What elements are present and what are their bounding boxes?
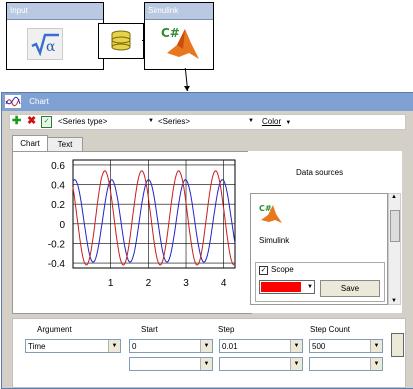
argument-header: Argument [37, 325, 72, 334]
x-tick-label: 2 [146, 278, 152, 289]
save-button-label: Save [340, 284, 360, 293]
window-title: Chart [29, 97, 49, 106]
save-button[interactable]: Save [320, 280, 380, 297]
source-item-simulink[interactable]: C# Simulink [259, 202, 319, 252]
chevron-down-icon: ▼ [248, 118, 254, 124]
argument-select[interactable]: Time ▼ [25, 339, 121, 353]
step-count-header: Step Count [310, 325, 351, 334]
sqrt-alpha-icon: α [27, 28, 63, 60]
chevron-down-icon: ▼ [285, 120, 292, 126]
chart-icon [5, 95, 21, 109]
y-tick-label: 0.2 [51, 200, 65, 211]
database-icon [111, 30, 131, 51]
chevron-down-icon: ▼ [370, 358, 382, 370]
series-type-value: <Series type> [58, 117, 108, 126]
y-tick-label: -0.4 [48, 259, 66, 270]
properties-icon[interactable]: ✓ [41, 116, 52, 128]
tab-text[interactable]: Text [47, 137, 83, 151]
toolbar: ✚ ✖ ✓ <Series type> ▼ <Series> ▼ Color ▼ [9, 114, 406, 130]
argument-panel: Argument Start Step Step Count Time ▼ 0 … [12, 318, 406, 388]
scope-group: ✓ Scope ▼ Save [255, 262, 385, 302]
input-block-title: Input [7, 3, 103, 20]
data-sources-scrollbar[interactable]: ▲ ▼ [388, 193, 401, 305]
color-menu[interactable]: Color ▼ [262, 116, 302, 127]
source-label: Simulink [259, 236, 290, 245]
data-sources-list: C# Simulink ✓ Scope ▼ Save [250, 193, 388, 305]
y-tick-label: 0 [59, 220, 65, 231]
scope-color-swatch [261, 282, 301, 292]
chevron-down-icon: ▼ [370, 340, 382, 352]
step-header: Step [218, 325, 235, 334]
database-block[interactable] [98, 23, 144, 59]
simulink-block[interactable]: Simulink C# [144, 2, 214, 70]
argument-value: Time [28, 342, 46, 351]
input-block[interactable]: Input α [6, 2, 104, 70]
step-count-secondary-select[interactable]: ▼ [309, 357, 383, 371]
chevron-down-icon: ▼ [148, 118, 154, 124]
y-tick-label: 0.6 [51, 161, 65, 172]
tab-chart[interactable]: Chart [12, 135, 48, 151]
svg-text:α: α [46, 39, 56, 55]
chevron-down-icon: ▼ [200, 358, 212, 370]
data-sources-heading: Data sources [296, 168, 344, 177]
y-tick-label: -0.2 [48, 239, 66, 250]
series-select[interactable]: <Series> ▼ [158, 116, 256, 127]
scope-label: Scope [271, 265, 294, 274]
tab-text-label: Text [57, 140, 73, 149]
step-value: 0.01 [222, 342, 238, 351]
line-chart: 0.6 0.4 0.2 0 -0.2 -0.4 1 2 3 4 [48, 159, 236, 289]
chart-window: Chart ✚ ✖ ✓ <Series type> ▼ <Series> ▼ C… [1, 92, 413, 389]
series-value: <Series> [158, 117, 191, 126]
chart-panel: 0.6 0.4 0.2 0 -0.2 -0.4 1 2 3 4 [12, 151, 252, 314]
data-sources-pane: Data sources C# Simulink ✓ Scope ▼ Save [248, 151, 402, 313]
start-secondary-select[interactable]: ▼ [129, 357, 213, 371]
arrow-head-down [184, 86, 190, 91]
scroll-down-icon[interactable]: ▼ [391, 298, 397, 304]
scroll-thumb[interactable] [390, 210, 400, 242]
window-title-bar: Chart [2, 93, 413, 111]
chevron-down-icon: ▼ [290, 340, 302, 352]
csharp-matlab-icon: C# [259, 204, 282, 223]
svg-text:C#: C# [161, 26, 180, 40]
tab-chart-label: Chart [20, 139, 40, 148]
svg-text:C#: C# [259, 204, 272, 213]
step-count-value: 500 [312, 342, 326, 351]
start-value: 0 [132, 342, 137, 351]
chevron-down-icon: ▼ [307, 284, 313, 290]
x-tick-label: 3 [183, 278, 189, 289]
y-tick-label: 0.4 [51, 181, 65, 192]
start-header: Start [141, 325, 158, 334]
simulink-block-title: Simulink [145, 3, 213, 20]
csharp-matlab-icon: C# [161, 23, 201, 63]
step-secondary-select[interactable]: ▼ [219, 357, 303, 371]
series-type-select[interactable]: <Series type> ▼ [58, 116, 156, 127]
step-count-field[interactable]: 500 ▼ [309, 339, 383, 353]
color-label: Color [262, 117, 282, 126]
step-field[interactable]: 0.01 ▼ [219, 339, 303, 353]
scroll-up-icon[interactable]: ▲ [391, 194, 397, 200]
chevron-down-icon: ▼ [200, 340, 212, 352]
chevron-down-icon: ▼ [108, 340, 120, 352]
x-tick-label: 1 [108, 278, 114, 289]
plus-icon[interactable]: ✚ [12, 115, 21, 128]
scope-checkbox[interactable]: ✓ [259, 266, 268, 275]
start-field[interactable]: 0 ▼ [129, 339, 213, 353]
side-button[interactable] [391, 333, 404, 357]
chevron-down-icon: ▼ [290, 358, 302, 370]
x-tick-label: 4 [221, 278, 227, 289]
scope-color-select[interactable]: ▼ [259, 280, 315, 294]
delete-icon[interactable]: ✖ [27, 115, 36, 128]
